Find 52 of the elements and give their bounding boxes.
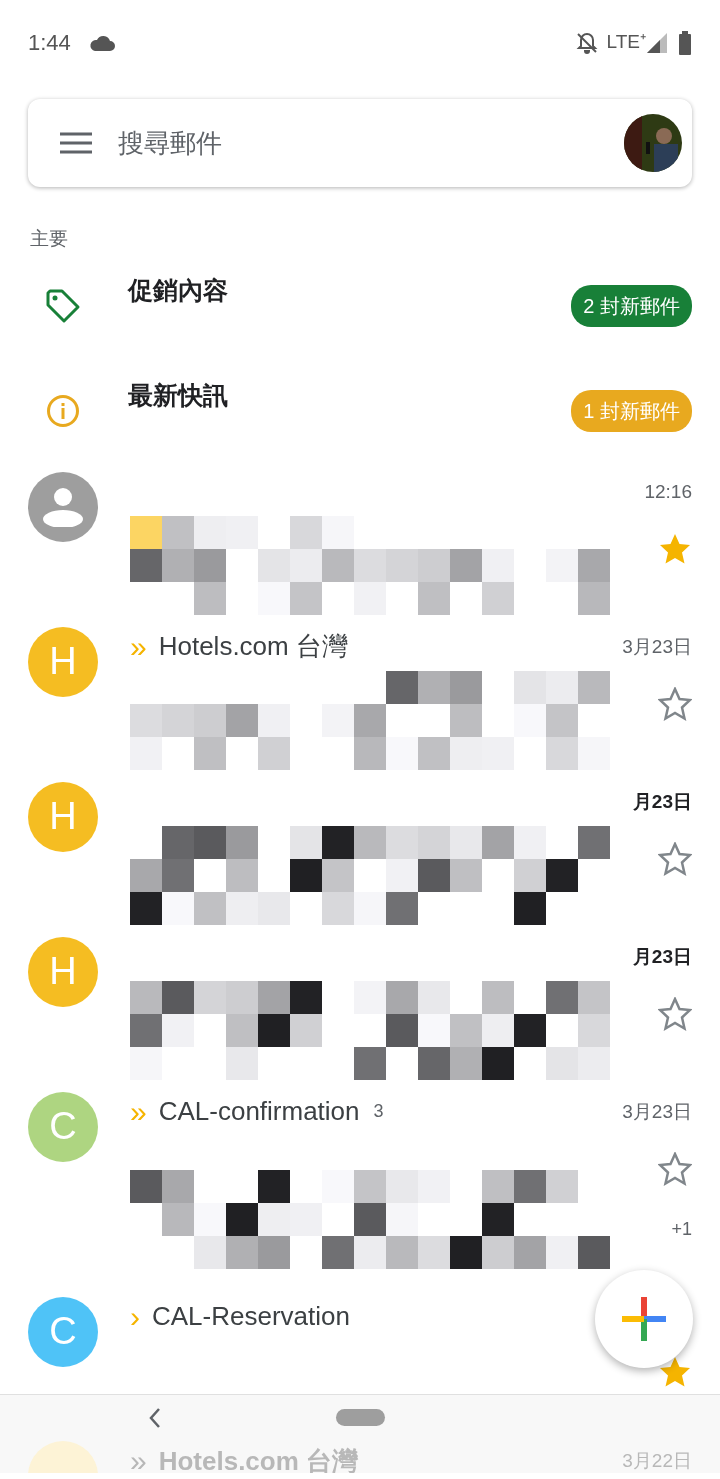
avatar-icon: H — [28, 936, 98, 1007]
battery-icon — [678, 30, 692, 55]
new-count: 2 封新郵件 — [571, 285, 692, 327]
back-icon[interactable] — [148, 1406, 162, 1429]
date-text: 3月23日 — [622, 634, 692, 659]
email-row[interactable]: H » Hotels.com 台灣 3月23日 — [0, 618, 720, 774]
star-outline-icon[interactable] — [658, 842, 692, 876]
category-row[interactable]: 促銷內容 2 封新郵件 — [0, 253, 720, 359]
star-icon[interactable] — [658, 532, 692, 566]
sender-name: CAL-confirmation — [158, 1095, 360, 1128]
bell-off-icon — [574, 30, 599, 55]
star-outline-icon[interactable] — [658, 1152, 692, 1186]
email-row[interactable]: 12:16 — [0, 463, 720, 619]
avatar-icon: C — [28, 1296, 98, 1367]
cloud-icon — [88, 33, 115, 52]
star-outline-icon[interactable] — [658, 997, 692, 1031]
date-text: 月23日 — [632, 944, 692, 969]
section-label: 主要 — [30, 227, 69, 251]
importance-marker: » — [130, 631, 147, 662]
clock-text: 1:44 — [28, 29, 71, 57]
avatar-icon: H — [28, 781, 98, 852]
menu-icon[interactable] — [60, 132, 92, 154]
search-field[interactable]: 搜尋郵件 — [116, 122, 536, 164]
home-handle[interactable] — [336, 1408, 385, 1426]
signal-icon — [646, 31, 668, 54]
importance-marker: » — [130, 1096, 147, 1127]
date-text: 月23日 — [632, 789, 692, 814]
info-icon — [46, 394, 80, 428]
date-text: 12:16 — [644, 479, 692, 504]
date-text: 3月22日 — [622, 1448, 692, 1473]
category-row[interactable]: 最新快訊 1 封新郵件 — [0, 358, 720, 464]
recipient-count: +1 — [671, 1218, 692, 1241]
network-text: LTE⁺ — [606, 30, 646, 55]
date-text: 3月23日 — [622, 1099, 692, 1124]
star-outline-icon[interactable] — [658, 687, 692, 721]
category-title: 最新快訊 — [128, 380, 228, 412]
importance-marker: › — [130, 1301, 140, 1332]
importance-marker: » — [130, 1445, 147, 1473]
compose-button[interactable] — [595, 1270, 693, 1368]
email-row[interactable]: H 月23日 — [0, 773, 720, 929]
plus-icon — [622, 1297, 666, 1341]
email-row[interactable]: C » CAL-confirmation 3 3月23日 +1 — [0, 1083, 720, 1289]
sender-name: Hotels.com 台灣 — [158, 630, 348, 663]
sender-name: Hotels.com 台灣 — [158, 1445, 359, 1473]
new-count: 1 封新郵件 — [571, 390, 692, 432]
category-title: 促銷內容 — [128, 275, 228, 307]
avatar-icon: H — [28, 626, 98, 697]
sender-name: CAL-Reservation — [152, 1300, 350, 1333]
thread-count: 3 — [373, 1100, 384, 1123]
avatar-icon: C — [28, 1091, 98, 1162]
tag-icon — [45, 288, 81, 324]
email-row[interactable]: H 月23日 — [0, 928, 720, 1084]
